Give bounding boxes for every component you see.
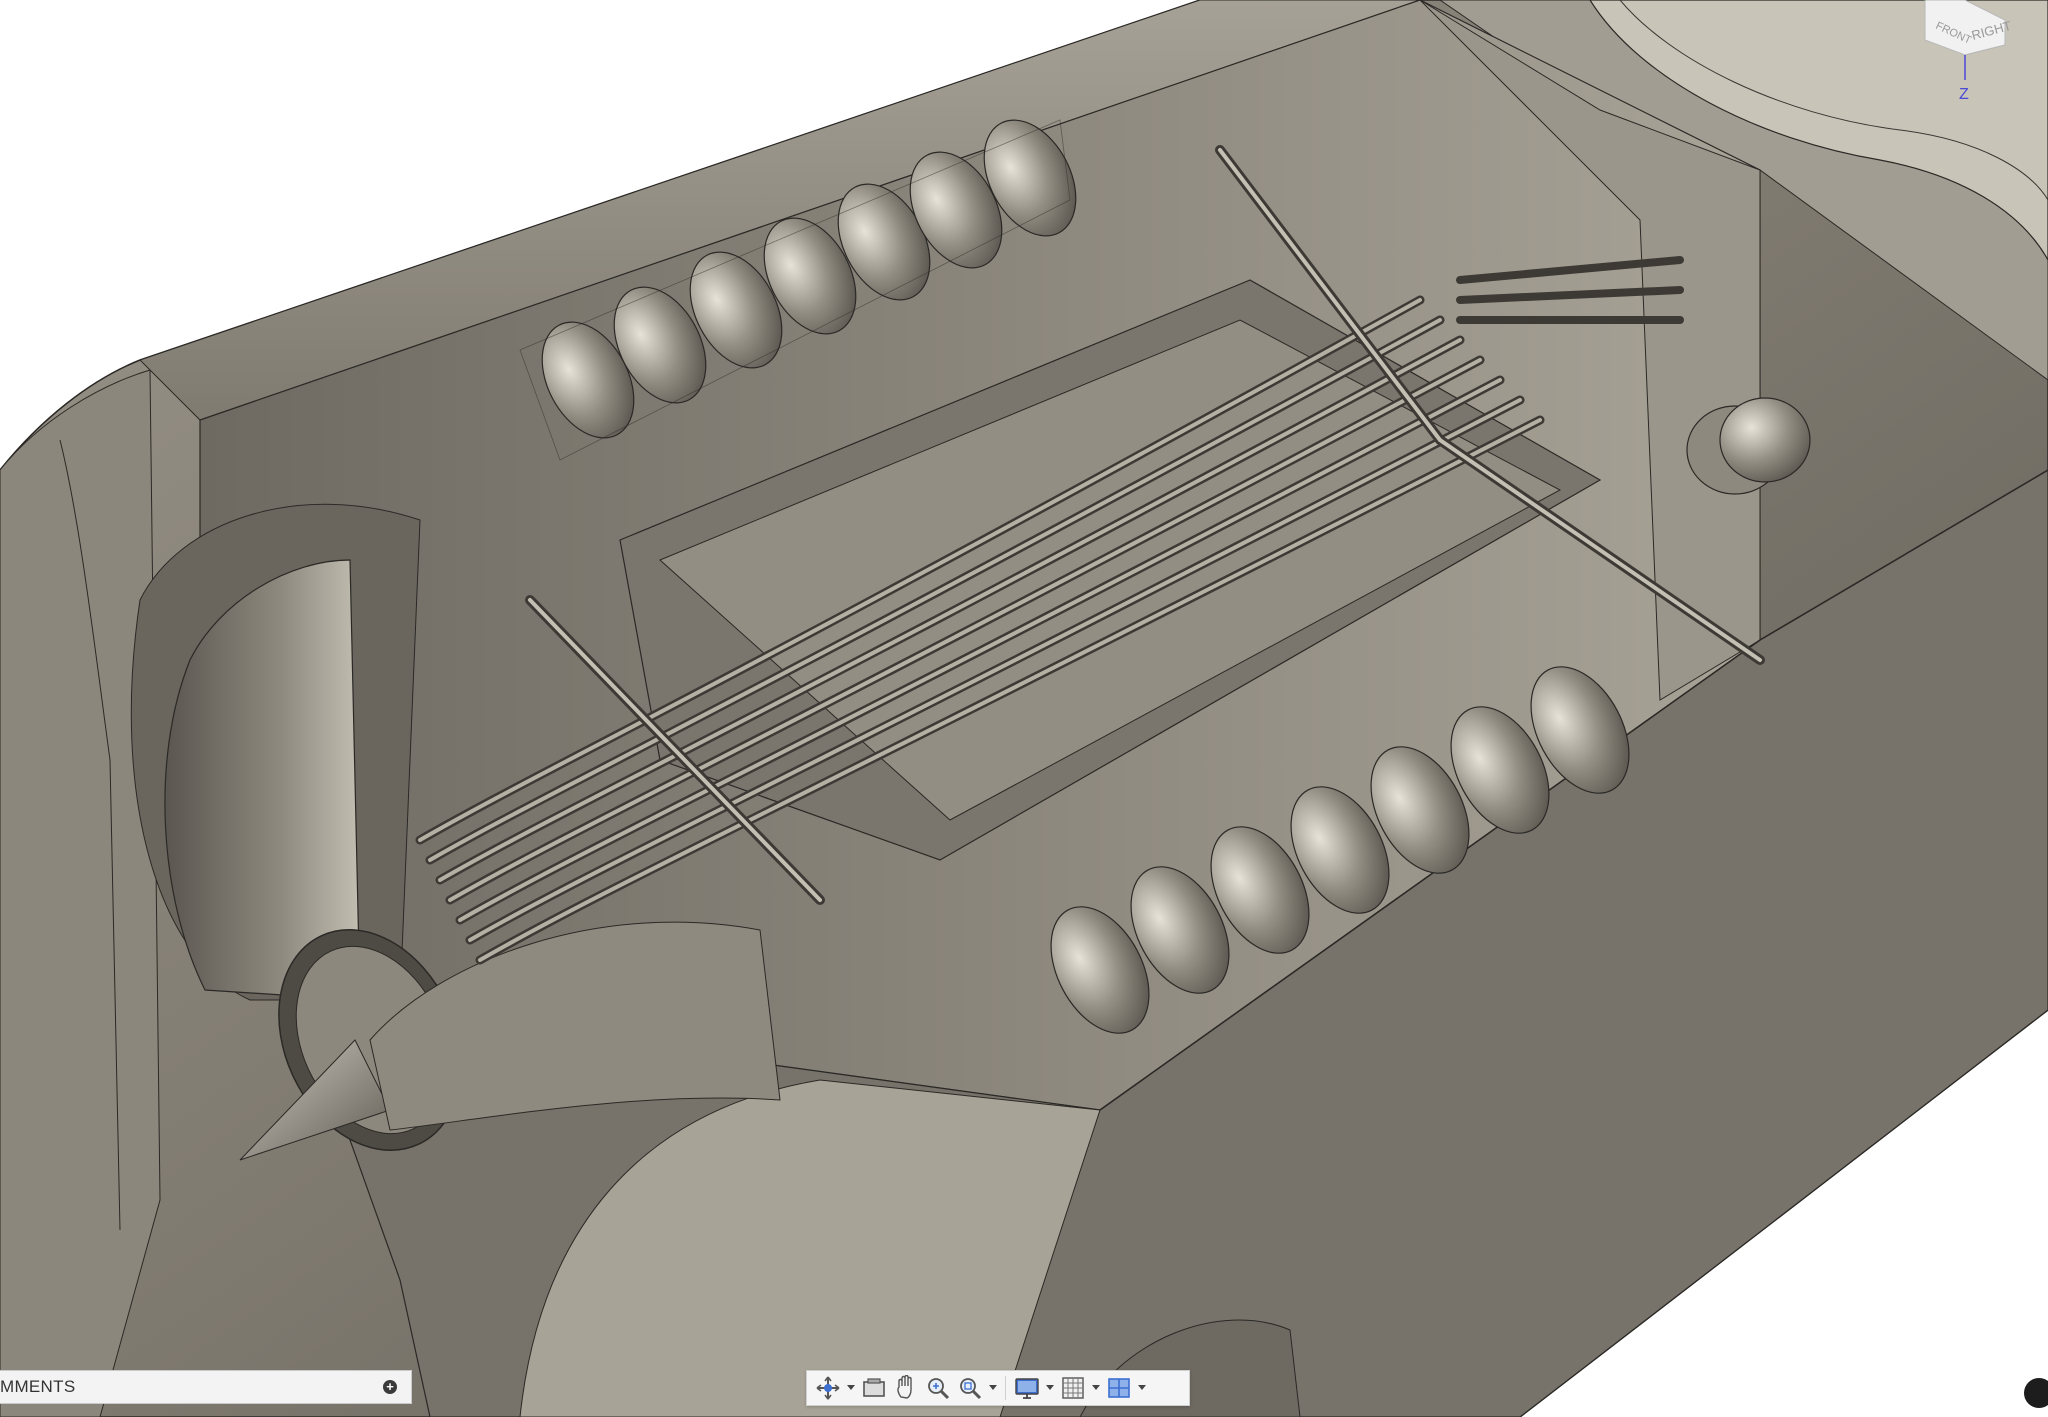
view-cube[interactable]: FRONT RIGHT Z [1905, 0, 2025, 110]
viewports-menu-caret[interactable] [1136, 1373, 1148, 1403]
look-at-icon [863, 1378, 885, 1397]
viewports-icon [1108, 1378, 1130, 1398]
pan-button[interactable] [891, 1373, 921, 1403]
help-logo-icon[interactable] [2024, 1378, 2048, 1408]
navigation-toolbar [806, 1370, 1190, 1406]
pan-icon [897, 1375, 912, 1399]
chevron-down-icon [1046, 1385, 1054, 1390]
chevron-down-icon [847, 1385, 855, 1390]
chevron-down-icon [989, 1385, 997, 1390]
grid-settings-icon [1062, 1377, 1084, 1399]
toolbar-divider [1005, 1376, 1006, 1400]
grid-settings-button[interactable] [1058, 1373, 1088, 1403]
display-settings-icon [1015, 1378, 1039, 1399]
chevron-down-icon [1138, 1385, 1146, 1390]
zoom-window-button[interactable] [955, 1373, 985, 1403]
fusion-app: FRONT RIGHT Z MMENTS + [0, 0, 2048, 1417]
chevron-down-icon [1092, 1385, 1100, 1390]
zoom-window-icon [960, 1378, 982, 1400]
zoom-button[interactable] [923, 1373, 953, 1403]
grid-menu-caret[interactable] [1090, 1373, 1102, 1403]
orbit-button[interactable] [813, 1373, 843, 1403]
look-at-button[interactable] [859, 1373, 889, 1403]
model-viewport[interactable] [0, 0, 2048, 1417]
comments-label: MMENTS [0, 1377, 76, 1396]
orbit-menu-caret[interactable] [845, 1373, 857, 1403]
zoom-icon [928, 1378, 950, 1400]
add-comment-button[interactable]: + [383, 1380, 397, 1394]
orbit-icon [816, 1376, 840, 1400]
display-settings-button[interactable] [1012, 1373, 1042, 1403]
z-axis-label: Z [1959, 86, 1969, 103]
display-menu-caret[interactable] [1044, 1373, 1056, 1403]
zoom-menu-caret[interactable] [987, 1373, 999, 1403]
viewports-button[interactable] [1104, 1373, 1134, 1403]
comments-panel[interactable]: MMENTS + [0, 1370, 412, 1404]
